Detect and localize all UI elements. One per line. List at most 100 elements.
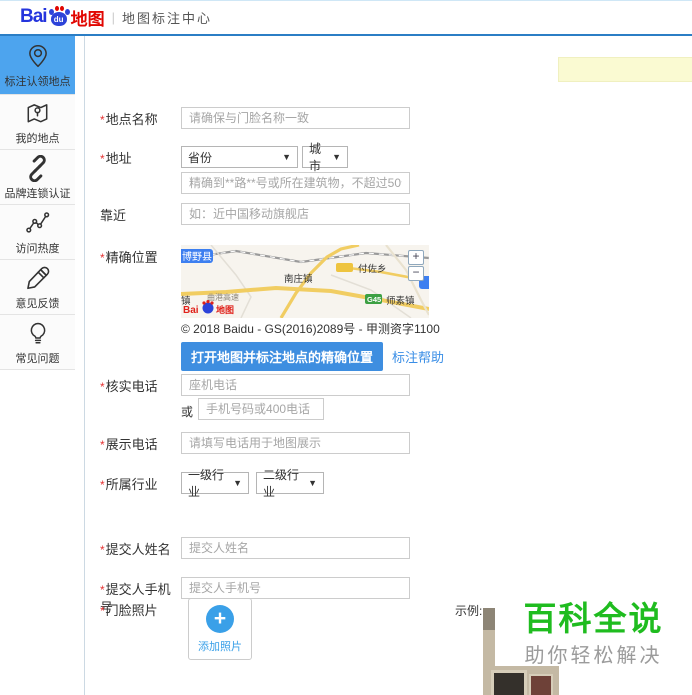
primary-industry-select[interactable]: 一级行业 ▼ [181,468,249,499]
chevron-down-icon: ▼ [282,152,291,162]
sidebar: 标注认领地点 我的地点 品牌连锁认证 访问热度 意见反馈 常见问题 [0,36,85,695]
map-icon [24,98,51,128]
baidu-paw-icon: du [48,6,70,28]
logo-text-bai: Bai [20,6,48,27]
watermark-overlay: 百科全说 助你轻松解决 [495,600,692,667]
add-photo-label: 添加照片 [198,640,242,653]
notification-banner [558,57,692,82]
city-select[interactable]: 城市 ▼ [302,142,348,173]
map-logo-bai: Bai [183,305,199,316]
field-verify-phone: *核实电话 [100,374,410,396]
display-phone-label: *展示电话 [100,437,158,452]
lightbulb-icon [25,318,51,348]
required-marker: * [100,251,105,265]
verify-phone-alt-input[interactable] [198,398,325,420]
map-label-expressway: 曲港高速 [207,292,239,302]
field-nearby: 靠近 [100,203,410,225]
sidebar-item-my-places[interactable]: 我的地点 [0,95,75,150]
logo-text-du: du [53,14,64,24]
map-label-county: 博野县 [182,250,212,263]
required-marker: * [100,583,105,597]
baidu-map-annotation-page: { "ui": { "arrow": "▼" }, "header": { "l… [0,0,692,695]
location-pin-icon [25,41,51,71]
photo-door [529,674,553,695]
chain-link-icon [24,153,51,183]
field-industry: *所属行业 一级行业 ▼ 二级行业 ▼ [100,468,331,499]
field-submitter-name: *提交人姓名 [100,537,410,559]
or-text: 或 [181,405,194,419]
chevron-down-icon: ▼ [233,478,242,488]
sidebar-item-label: 我的地点 [15,133,60,145]
required-marker: * [100,380,105,394]
required-marker: * [100,152,105,166]
sidebar-item-label: 访问热度 [15,243,60,255]
chevron-down-icon: ▼ [332,152,341,162]
page-title: 地图标注中心 [121,10,212,26]
chevron-down-icon: ▼ [308,478,317,488]
place-name-label: *地点名称 [100,112,158,127]
field-address: *地址 省份 ▼ 城市 ▼ [100,142,348,173]
example-label: 示例: [455,604,483,618]
main-content: *地点名称 *地址 省份 ▼ 城市 ▼ 靠近 *精确位置 [85,36,692,695]
open-map-button[interactable]: 打开地图并标注地点的精确位置 [181,342,384,371]
map-badge-g45: G45 [367,295,381,304]
required-marker: * [100,113,105,127]
submitter-phone-input[interactable] [181,577,410,599]
place-name-input[interactable] [181,107,410,129]
map-actions: 打开地图并标注地点的精确位置 标注帮助 [181,342,444,371]
field-address-detail [100,172,410,194]
sidebar-item-label: 标注认领地点 [4,76,71,88]
nearby-input[interactable] [181,203,410,225]
field-verify-phone-alt: 或 [100,398,325,420]
map-logo-map: 地图 [216,304,234,315]
annotation-help-link[interactable]: 标注帮助 [392,347,444,366]
photo-window [491,670,527,695]
map-preview[interactable]: 博野县 付佐乡 南庄镇 镇 曲港高速 G45 师素镇 Bai 地图 + − [181,245,429,318]
required-marker: * [100,478,105,492]
header: Bai du 地图 | 地图标注中心 [0,0,692,36]
baidu-map-logo[interactable]: Bai du 地图 | 地图标注中心 [20,5,212,30]
sidebar-item-label: 常见问题 [15,353,60,365]
province-select[interactable]: 省份 ▼ [181,146,298,168]
field-precise-location: *精确位置 博野县 付佐乡 南庄镇 镇 曲港高速 G45 师素镇 Bai 地图 … [100,245,429,318]
secondary-industry-select[interactable]: 二级行业 ▼ [256,468,324,499]
address-label: *地址 [100,151,132,166]
watermark-subtitle: 助你轻松解决 [524,645,663,667]
watermark-title: 百科全说 [523,600,664,637]
verify-phone-label: *核实电话 [100,379,158,394]
field-place-name: *地点名称 [100,107,410,129]
required-marker: * [100,604,105,618]
map-attribution: © 2018 Baidu - GS(2016)2089号 - 甲测资字1100 [181,322,440,336]
sidebar-item-faq[interactable]: 常见问题 [0,315,75,370]
logo-divider: | [111,9,115,25]
map-label-fuzuo: 付佐乡 [358,263,387,275]
map-zoom-out-button[interactable]: − [408,266,424,281]
industry-label: *所属行业 [100,477,158,492]
address-detail-input[interactable] [181,172,410,194]
verify-phone-input[interactable] [181,374,410,396]
line-chart-icon [24,208,52,238]
map-label-nanzhuang: 南庄镇 [284,273,313,285]
field-display-phone: *展示电话 [100,432,410,454]
sidebar-item-label: 品牌连锁认证 [4,188,71,200]
sidebar-item-feedback[interactable]: 意见反馈 [0,260,75,315]
map-zoom-in-button[interactable]: + [408,250,424,265]
plus-icon: + [206,604,234,633]
precise-location-label: *精确位置 [100,250,158,265]
nearby-label: 靠近 [100,208,127,223]
submitter-name-input[interactable] [181,537,410,559]
storefront-photo-label: *门脸照片 [100,603,158,618]
display-phone-input[interactable] [181,432,410,454]
required-marker: * [100,438,105,452]
sidebar-item-brand-chain[interactable]: 品牌连锁认证 [0,150,75,205]
sidebar-item-visit-heat[interactable]: 访问热度 [0,205,75,260]
sidebar-item-annotate-claim[interactable]: 标注认领地点 [0,36,75,95]
sidebar-item-label: 意见反馈 [15,298,60,310]
logo-text-map: 地图 [70,9,105,29]
required-marker: * [100,543,105,557]
pencil-icon [24,263,51,293]
submitter-name-label: *提交人姓名 [100,542,171,557]
add-photo-button[interactable]: + 添加照片 [188,598,252,660]
field-storefront-photo: *门脸照片 + 添加照片 [100,598,252,660]
map-label-shisu: 师素镇 [386,295,415,307]
